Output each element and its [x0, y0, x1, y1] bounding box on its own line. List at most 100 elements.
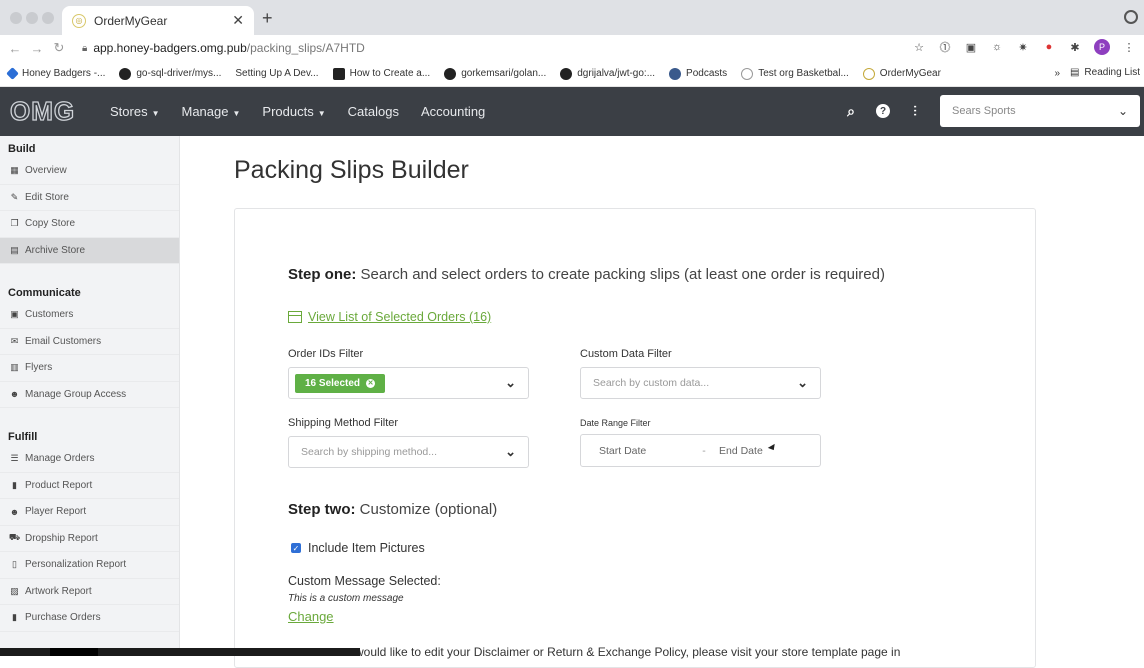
star-icon[interactable]: ☆	[912, 40, 926, 54]
bookmark-label: dgrijalva/jwt-go:...	[577, 68, 655, 79]
disclaimer-text: would like to edit your Disclaimer or Re…	[355, 645, 900, 659]
sliders-icon[interactable]: ⫶	[908, 103, 922, 120]
nav-products[interactable]: Products▼	[262, 104, 325, 119]
extension-square-icon[interactable]: ▣	[964, 40, 978, 54]
sidebar-item-flyers[interactable]: ▥Flyers	[0, 355, 179, 382]
url-field[interactable]: app.honey-badgers.omg.pub/packing_slips/…	[93, 41, 365, 55]
clear-chip-icon[interactable]: ✕	[366, 379, 375, 388]
sidebar-item-email-customers[interactable]: ✉Email Customers	[0, 329, 179, 356]
ball-icon	[741, 68, 753, 80]
tab-close-icon[interactable]: ✕	[232, 12, 244, 29]
change-message-link[interactable]: Change	[288, 609, 334, 624]
window-zoom-dot[interactable]	[42, 12, 54, 24]
profile-avatar[interactable]: P	[1094, 39, 1110, 55]
browser-account-icon[interactable]	[1124, 10, 1138, 24]
puzzle-icon[interactable]: ✱	[1068, 40, 1082, 54]
browser-tab-bar: ◎ OrderMyGear ✕ +	[0, 0, 1144, 35]
custom-data-filter[interactable]: Search by custom data... ⌄	[580, 367, 821, 399]
nav-label: Manage	[182, 104, 229, 119]
view-selected-orders-link[interactable]: View List of Selected Orders (16)	[288, 310, 491, 324]
shipping-method-filter[interactable]: Search by shipping method... ⌄	[288, 436, 529, 468]
bookmark-item[interactable]: gorkemsari/golan...	[444, 68, 546, 80]
window-minimize-dot[interactable]	[26, 12, 38, 24]
include-pictures-checkbox[interactable]: ✓	[291, 543, 301, 553]
image-icon: ▨	[9, 586, 20, 596]
new-tab-icon[interactable]: +	[262, 8, 273, 29]
nav-accounting[interactable]: Accounting	[421, 104, 485, 119]
sidebar-item-player-report[interactable]: ☻Player Report	[0, 499, 179, 526]
sidebar-item-manage-group-access[interactable]: ☻Manage Group Access	[0, 382, 179, 409]
include-pictures-row[interactable]: ✓ Include Item Pictures	[291, 541, 425, 555]
bookmark-item[interactable]: go-sql-driver/mys...	[119, 68, 221, 80]
custom-message-value: This is a custom message	[288, 593, 404, 604]
url-host: app.honey-badgers.omg.pub	[93, 41, 246, 55]
back-icon[interactable]: ←	[4, 41, 26, 56]
sidebar-item-overview[interactable]: ▦Overview	[0, 158, 179, 185]
order-ids-filter[interactable]: 16 Selected✕ ⌄	[288, 367, 529, 399]
sidebar-item-personalization-report[interactable]: ▯Personalization Report	[0, 552, 179, 579]
bookmark-item[interactable]: Podcasts	[669, 68, 727, 80]
flyer-icon: ▥	[9, 363, 20, 373]
sidebar: Build ▦Overview ✎Edit Store ❐Copy Store …	[0, 136, 180, 656]
extension-red-icon[interactable]: ●	[1042, 40, 1056, 54]
forward-icon[interactable]: →	[26, 41, 48, 56]
lock-icon[interactable]: 🔒︎	[82, 43, 87, 54]
table-icon	[288, 311, 302, 323]
group-icon: ☻	[9, 389, 20, 399]
help-icon[interactable]: ?	[876, 104, 890, 118]
sidebar-item-label: Customers	[25, 309, 73, 320]
sidebar-item-edit-store[interactable]: ✎Edit Store	[0, 185, 179, 212]
sidebar-item-label: Personalization Report	[25, 559, 126, 570]
sidebar-section-communicate: Communicate	[0, 274, 179, 302]
end-date-input[interactable]: End Date	[719, 445, 763, 457]
nav-stores[interactable]: Stores▼	[110, 104, 160, 119]
bookmark-item[interactable]: Setting Up A Dev...	[235, 68, 318, 80]
chevron-down-icon: ⌄	[797, 375, 808, 391]
nav-catalogs[interactable]: Catalogs	[348, 104, 399, 119]
github-icon	[444, 68, 456, 80]
bookmark-item[interactable]: OrderMyGear	[863, 68, 941, 80]
sidebar-item-archive-store[interactable]: ▤Archive Store	[0, 238, 179, 265]
bookmark-item[interactable]: Honey Badgers -...	[8, 68, 105, 79]
bookmark-label: How to Create a...	[350, 68, 431, 79]
sidebar-item-copy-store[interactable]: ❐Copy Store	[0, 211, 179, 238]
selected-chip[interactable]: 16 Selected ✕	[295, 374, 385, 393]
reload-icon[interactable]: ↻	[48, 40, 70, 56]
reading-list-button[interactable]: ▤Reading List	[1070, 67, 1140, 78]
password-manager-icon[interactable]: ⓵	[938, 40, 952, 54]
selected-chip-label: 16 Selected	[305, 378, 360, 389]
omg-icon	[863, 68, 875, 80]
store-selector[interactable]: Sears Sports ⌄	[940, 95, 1140, 127]
start-date-input[interactable]: Start Date	[599, 445, 689, 457]
nav-manage[interactable]: Manage▼	[182, 104, 241, 119]
header-tools: ⌕ ? ⫶ Sears Sports ⌄	[844, 95, 1140, 127]
sidebar-item-purchase-orders[interactable]: ▮Purchase Orders	[0, 605, 179, 632]
bookmark-item[interactable]: Test org Basketbal...	[741, 68, 849, 80]
extension-gear-icon[interactable]: ✷	[1016, 40, 1030, 54]
menu-kebab-icon[interactable]: ⋮	[1122, 40, 1136, 54]
bookmark-item[interactable]: dgrijalva/jwt-go:...	[560, 68, 655, 80]
nav-label: Products	[262, 104, 313, 119]
sidebar-item-customers[interactable]: ▣Customers	[0, 302, 179, 329]
sidebar-gap	[0, 408, 179, 418]
sidebar-item-product-report[interactable]: ▮Product Report	[0, 473, 179, 500]
tab-title: OrderMyGear	[94, 14, 232, 28]
step-one-text: Search and select orders to create packi…	[356, 266, 885, 283]
sidebar-item-artwork-report[interactable]: ▨Artwork Report	[0, 579, 179, 606]
grid-icon: ▦	[9, 166, 20, 176]
sidebar-item-label: Edit Store	[25, 192, 69, 203]
browser-tab[interactable]: ◎ OrderMyGear ✕	[62, 6, 254, 35]
bookmark-label: go-sql-driver/mys...	[136, 68, 221, 79]
sidebar-item-manage-orders[interactable]: ☰Manage Orders	[0, 446, 179, 473]
diamond-icon	[6, 67, 19, 80]
custom-message-label: Custom Message Selected:	[288, 574, 441, 588]
search-icon[interactable]: ⌕	[844, 103, 858, 120]
file-icon: ▮	[9, 480, 20, 490]
bookmarks-more-icon[interactable]: »	[1054, 68, 1060, 79]
extension-glove-icon[interactable]: ☼	[990, 40, 1004, 54]
sidebar-item-dropship-report[interactable]: ⛟Dropship Report	[0, 526, 179, 553]
window-close-dot[interactable]	[10, 12, 22, 24]
omg-logo[interactable]: OMG	[10, 96, 98, 127]
bookmark-item[interactable]: How to Create a...	[333, 68, 431, 80]
reading-list-label: Reading List	[1084, 67, 1140, 78]
